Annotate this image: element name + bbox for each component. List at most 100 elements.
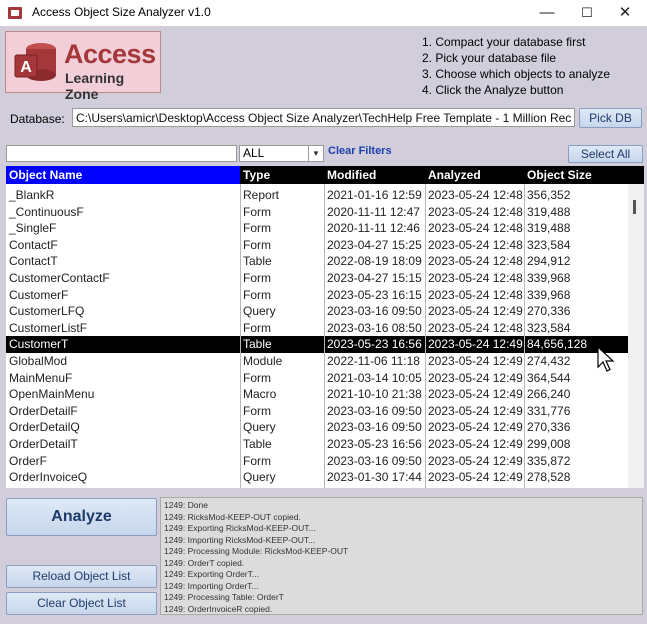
cell-analyzed: 2023-05-24 12:49 [428, 470, 523, 485]
cell-modified: 2023-03-16 09:50 [327, 403, 422, 418]
cell-object-size: 278,528 [527, 470, 571, 485]
column-header-analyzed[interactable]: Analyzed [425, 166, 524, 184]
database-path-field[interactable]: C:\Users\amicr\Desktop\Access Object Siz… [72, 108, 575, 127]
cell-modified: 2021-10-10 21:38 [327, 387, 422, 402]
table-row[interactable]: OrderDetailT Table 2023-05-23 16:56 2023-05… [6, 436, 628, 453]
title-bar: Access Object Size Analyzer v1.0 — ☐ ✕ [0, 0, 647, 26]
cell-modified: 2023-05-23 16:56 [327, 337, 422, 352]
analyze-button[interactable]: Analyze [6, 498, 157, 536]
reload-object-list-button[interactable]: Reload Object List [6, 565, 157, 588]
log-line: 1249: RicksMod-KEEP-OUT copied. [164, 511, 301, 522]
form-body: A Access Learning Zone 1. Compact your d… [0, 26, 647, 624]
column-header-object-name[interactable]: Object Name [6, 166, 240, 184]
log-line: 1249: Importing RicksMod-KEEP-OUT... [164, 534, 316, 545]
cell-type: Table [243, 337, 272, 352]
clear-filters-link[interactable]: Clear Filters [328, 145, 392, 157]
cell-object-name: OpenMainMenu [9, 387, 95, 402]
log-line: 1249: Processing Table: OrderT [164, 592, 284, 602]
status-log[interactable]: 1249: Done 1249: RicksMod-KEEP-OUT copied… [160, 497, 643, 615]
cell-object-name: OrderF [9, 453, 48, 468]
cell-type: Module [243, 354, 283, 368]
cell-type: Form [243, 403, 271, 418]
vertical-scrollbar[interactable] [628, 184, 644, 488]
instruction-step: 1. Compact your database first [422, 35, 586, 49]
cell-object-name: GlobalMod [9, 354, 68, 368]
table-row[interactable]: _BlankR Report 2021-01-16 12:59 2023-05-24 … [6, 187, 628, 204]
column-divider [524, 184, 525, 488]
cell-analyzed: 2023-05-24 12:49 [428, 337, 523, 352]
table-row[interactable]: OrderDetailF Form 2023-03-16 09:50 2023-05-… [6, 403, 628, 420]
pick-db-button[interactable]: Pick DB [579, 108, 642, 128]
cell-type: Form [243, 271, 271, 285]
cell-modified: 2023-04-27 15:25 [327, 237, 422, 252]
table-row[interactable]: OpenMainMenu Macro 2021-10-10 21:38 2023-05… [6, 386, 628, 403]
instruction-step: 4. Click the Analyze button [422, 83, 564, 97]
cell-analyzed: 2023-05-24 12:49 [428, 437, 523, 451]
table-row[interactable]: _SingleF Form 2020-11-11 12:46 2023-05-24 1… [6, 220, 628, 237]
type-filter-select[interactable]: ALL ▼ [239, 145, 324, 162]
cell-analyzed: 2023-05-24 12:48 [428, 188, 523, 202]
cell-object-size: 270,336 [527, 420, 571, 435]
cell-object-name: CustomerContactF [9, 271, 110, 285]
table-row[interactable]: _ContinuousF Form 2020-11-11 12:47 2023-05-… [6, 204, 628, 221]
cell-type: Form [243, 287, 271, 302]
table-row[interactable]: CustomerContactF Form 2023-04-27 15:15 2023… [6, 270, 628, 287]
log-line: 1249: Done [164, 500, 208, 510]
cell-analyzed: 2023-05-24 12:49 [428, 370, 523, 385]
minimize-button[interactable]: — [527, 0, 567, 26]
cell-type: Table [243, 254, 272, 269]
table-row[interactable]: CustomerLFQ Query 2023-03-16 09:50 2023-05-… [6, 303, 628, 320]
grid-header: Object Name Type Modified Analyzed Objec… [6, 166, 644, 184]
cell-object-size: 331,776 [527, 403, 571, 418]
cell-object-size: 323,584 [527, 320, 571, 335]
table-row[interactable]: MainMenuF Form 2021-03-14 10:05 2023-05-24 … [6, 370, 628, 387]
column-divider [425, 184, 426, 488]
chevron-down-icon[interactable]: ▼ [308, 146, 323, 161]
cell-analyzed: 2023-05-24 12:48 [428, 221, 523, 236]
cell-analyzed: 2023-05-24 12:48 [428, 254, 523, 269]
cell-type: Form [243, 320, 271, 335]
cell-object-name: ContactT [9, 254, 58, 269]
cell-modified: 2023-01-30 17:44 [327, 470, 422, 485]
close-button[interactable]: ✕ [605, 0, 645, 26]
scrollbar-thumb[interactable] [633, 200, 636, 214]
cell-object-size: 339,968 [527, 287, 571, 302]
maximize-button[interactable]: ☐ [567, 0, 607, 26]
table-row[interactable]: CustomerT Table 2023-05-23 16:56 2023-05-24… [6, 336, 628, 353]
cell-analyzed: 2023-05-24 12:49 [428, 354, 523, 368]
table-row[interactable]: ContactT Table 2022-08-19 18:09 2023-05-24 … [6, 253, 628, 270]
column-header-type[interactable]: Type [240, 166, 324, 184]
cell-object-name: CustomerLFQ [9, 304, 85, 319]
cell-object-size: 323,584 [527, 237, 571, 252]
cell-modified: 2020-11-11 12:46 [327, 221, 420, 236]
table-row[interactable]: OrderDetailQ Query 2023-03-16 09:50 2023-05… [6, 419, 628, 436]
cell-modified: 2022-08-19 18:09 [327, 254, 422, 269]
cell-object-name: OrderDetailQ [9, 420, 80, 435]
cell-modified: 2022-11-06 11:18 [327, 354, 420, 368]
object-list-grid[interactable]: Object Name Type Modified Analyzed Objec… [6, 166, 644, 488]
table-row[interactable]: CustomerListF Form 2023-03-16 08:50 2023-05… [6, 320, 628, 337]
column-header-modified[interactable]: Modified [324, 166, 425, 184]
table-row[interactable]: OrderInvoiceQ Query 2023-01-30 17:44 2023-0… [6, 469, 628, 486]
cell-object-size: 270,336 [527, 304, 571, 319]
table-row[interactable]: CustomerF Form 2023-05-23 16:15 2023-05-24 … [6, 287, 628, 304]
column-header-object-size[interactable]: Object Size [524, 166, 628, 184]
cell-type: Form [243, 237, 271, 252]
window-title: Access Object Size Analyzer v1.0 [32, 5, 211, 19]
cell-type: Form [243, 221, 271, 236]
name-filter-input[interactable] [6, 145, 237, 162]
column-divider [324, 184, 325, 488]
cell-modified: 2021-03-14 10:05 [327, 370, 422, 385]
cell-object-name: OrderDetailF [9, 403, 78, 418]
cell-type: Form [243, 204, 271, 219]
cell-object-name: _SingleF [9, 221, 57, 236]
clear-object-list-button[interactable]: Clear Object List [6, 592, 157, 615]
table-row[interactable]: ContactF Form 2023-04-27 15:25 2023-05-24 1… [6, 237, 628, 254]
instructions-list: 1. Compact your database first 2. Pick y… [422, 34, 610, 98]
table-row[interactable]: GlobalMod Module 2022-11-06 11:18 2023-05-2… [6, 353, 628, 370]
select-all-button[interactable]: Select All [568, 145, 643, 163]
cell-analyzed: 2023-05-24 12:49 [428, 403, 523, 418]
cell-modified: 2023-03-16 09:50 [327, 420, 422, 435]
log-line: 1249: OrderInvoiceR copied. [164, 603, 273, 614]
table-row[interactable]: OrderF Form 2023-03-16 09:50 2023-05-24 12:… [6, 453, 628, 470]
